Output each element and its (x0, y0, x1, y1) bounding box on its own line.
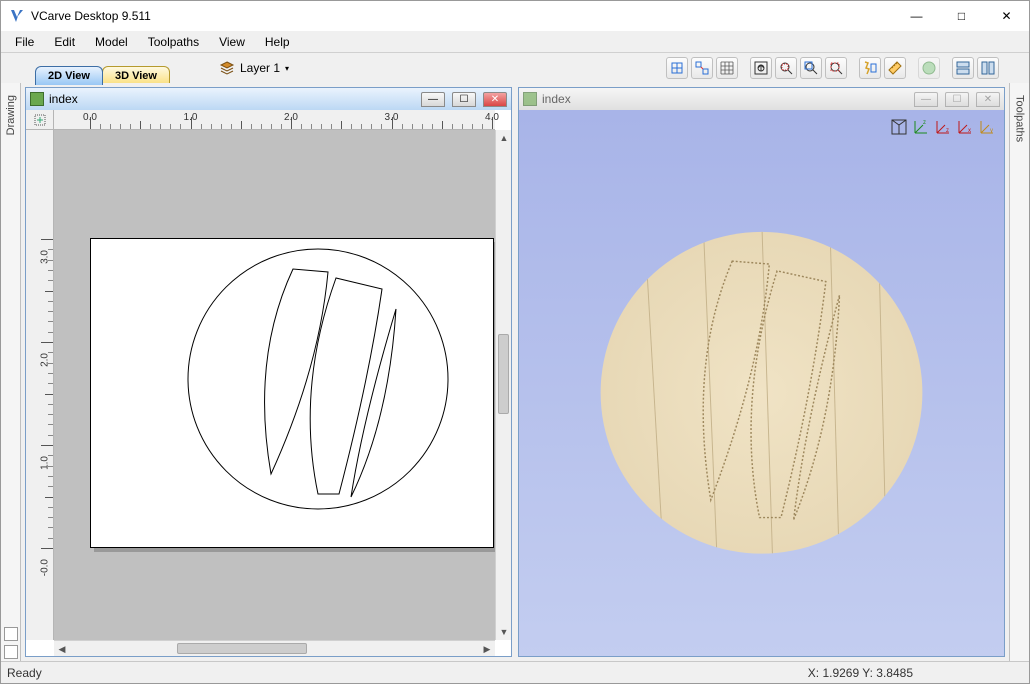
view-iso-button[interactable] (888, 116, 910, 138)
ruler-v-label: 3.0 (40, 250, 51, 264)
workspace: index — ☐ ✕ 0.0 1.0 2.0 3.0 4.0 -0.0 1.0 2.0 3.… (21, 83, 1009, 661)
side-mini-1[interactable] (4, 627, 18, 641)
tile-vertical-button[interactable] (977, 57, 999, 79)
scroll-thumb-v[interactable] (498, 334, 509, 414)
snap-grid-button[interactable] (666, 57, 688, 79)
pane-3d-body: z z x y (519, 110, 1004, 656)
snap-geometry-button[interactable] (691, 57, 713, 79)
svg-text:z: z (923, 120, 926, 126)
close-button[interactable]: ✕ (984, 1, 1029, 31)
tab-2d-view[interactable]: 2D View (35, 66, 103, 85)
grid-toggle-button[interactable] (716, 57, 738, 79)
ruler-h-label: 1.0 (184, 112, 198, 123)
axis-y-button[interactable]: y (976, 116, 998, 138)
ruler-h-label: 2.0 (284, 112, 298, 123)
menu-edit[interactable]: Edit (44, 33, 85, 51)
menu-toolpaths[interactable]: Toolpaths (138, 33, 209, 51)
material-stock (90, 238, 494, 548)
guide-lines-button[interactable] (859, 57, 881, 79)
axis-xy-button[interactable]: z (910, 116, 932, 138)
status-ready: Ready (7, 666, 42, 680)
zoom-selected-button[interactable] (775, 57, 797, 79)
pane-3d-close[interactable]: ✕ (976, 92, 1000, 107)
pane-2d: index — ☐ ✕ 0.0 1.0 2.0 3.0 4.0 -0.0 1.0 2.0 3.… (25, 87, 512, 657)
pane-2d-icon (30, 92, 44, 106)
menubar: File Edit Model Toolpaths View Help (1, 31, 1029, 53)
side-mini-2[interactable] (4, 645, 18, 659)
layer-dropdown[interactable]: Layer 1 ▾ (211, 58, 297, 78)
menu-file[interactable]: File (5, 33, 44, 51)
axis-x-button[interactable]: x (954, 116, 976, 138)
menu-view[interactable]: View (209, 33, 255, 51)
toolbar-row: 2D View 3D View Layer 1 ▾ (1, 53, 1029, 83)
status-coordinates: X: 1.9269 Y: 3.8485 (808, 666, 1023, 680)
axis-z-button[interactable]: z (932, 116, 954, 138)
pane-2d-close[interactable]: ✕ (483, 92, 507, 107)
zoom-previous-button[interactable] (825, 57, 847, 79)
canvas-3d[interactable]: z z x y (519, 110, 1004, 656)
pane-3d-minimize[interactable]: — (914, 92, 938, 107)
titlebar: VCarve Desktop 9.511 — □ ✕ (1, 1, 1029, 31)
ruler-v-label: -0.0 (40, 559, 51, 576)
origin-icon (34, 114, 46, 126)
ruler-horizontal[interactable]: 0.01.02.03.04.0 (54, 110, 495, 130)
svg-text:y: y (990, 128, 993, 134)
ruler-v-label: 1.0 (40, 456, 51, 470)
app-logo-icon (9, 8, 25, 24)
svg-text:z: z (946, 128, 949, 134)
ruler-v-label: 2.0 (40, 353, 51, 367)
view-3d-icons: z z x y (888, 116, 998, 138)
main-area: Drawing index — ☐ ✕ 0.0 1.0 2.0 3.0 4.0 -0.0… (1, 83, 1029, 661)
window-title: VCarve Desktop 9.511 (31, 9, 894, 23)
statusbar: Ready X: 1.9269 Y: 3.8485 (1, 661, 1029, 683)
minimize-button[interactable]: — (894, 1, 939, 31)
tile-horizontal-button[interactable] (952, 57, 974, 79)
ruler-toggle-button[interactable] (884, 57, 906, 79)
zoom-window-button[interactable] (800, 57, 822, 79)
left-side-panel[interactable]: Drawing (1, 83, 21, 661)
right-side-panel[interactable]: Toolpaths (1009, 83, 1029, 661)
menu-help[interactable]: Help (255, 33, 300, 51)
scrollbar-horizontal[interactable]: ◀ ▶ (54, 640, 495, 656)
preview-3d-svg (519, 110, 1004, 656)
pane-2d-minimize[interactable]: — (421, 92, 445, 107)
pane-2d-titlebar[interactable]: index — ☐ ✕ (26, 88, 511, 110)
maximize-button[interactable]: □ (939, 1, 984, 31)
svg-text:x: x (968, 128, 971, 134)
pane-2d-title: index (49, 92, 78, 106)
scroll-up-icon[interactable]: ▲ (496, 130, 511, 146)
pane-3d-title: index (542, 92, 571, 106)
scroll-right-icon[interactable]: ▶ (479, 641, 495, 656)
scroll-left-icon[interactable]: ◀ (54, 641, 70, 656)
pane-3d-titlebar[interactable]: index — ☐ ✕ (519, 88, 1004, 110)
scrollbar-vertical[interactable]: ▲ ▼ (495, 130, 511, 640)
layer-icon (219, 60, 235, 76)
ruler-corner[interactable] (26, 110, 54, 130)
pane-3d-maximize[interactable]: ☐ (945, 92, 969, 107)
pane-2d-body: 0.0 1.0 2.0 3.0 4.0 -0.0 1.0 2.0 3.0 ▲ (26, 110, 511, 656)
pane-3d-icon (523, 92, 537, 106)
ruler-h-label: 3.0 (385, 112, 399, 123)
pane-3d: index — ☐ ✕ (518, 87, 1005, 657)
scroll-thumb-h[interactable] (177, 643, 307, 654)
zoom-extents-button[interactable] (750, 57, 772, 79)
ruler-vertical[interactable]: -0.0 1.0 2.0 3.0 (26, 130, 54, 640)
view-3d-iso-button[interactable] (918, 57, 940, 79)
toolpaths-tab-label: Toolpaths (1014, 89, 1026, 148)
drawing-tab-label: Drawing (5, 89, 17, 141)
scroll-down-icon[interactable]: ▼ (496, 624, 511, 640)
ruler-h-label: 0.0 (83, 112, 97, 123)
layer-label: Layer 1 (240, 61, 280, 75)
chevron-down-icon: ▾ (285, 64, 289, 73)
canvas-2d[interactable] (54, 130, 495, 640)
ruler-h-label: 4.0 (485, 112, 499, 123)
view-toolbar (666, 57, 999, 79)
pane-2d-maximize[interactable]: ☐ (452, 92, 476, 107)
vectors-svg (91, 239, 495, 549)
menu-model[interactable]: Model (85, 33, 138, 51)
view-tabs: 2D View 3D View (35, 53, 169, 83)
